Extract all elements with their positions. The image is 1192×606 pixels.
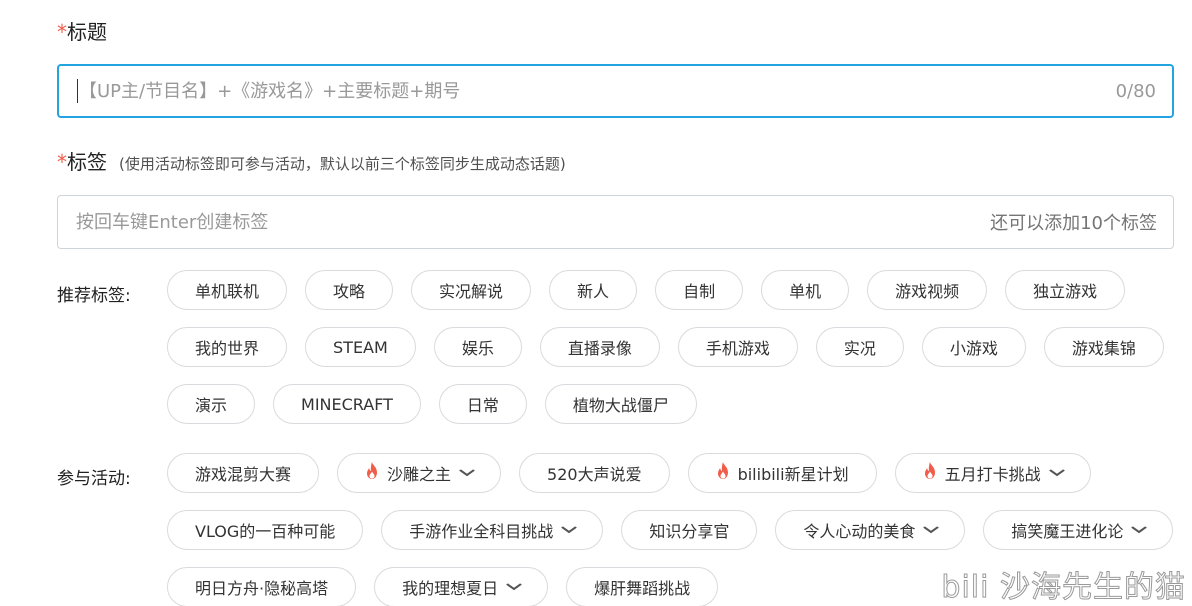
activity-chip[interactable]: 搞笑魔王进化论 (983, 510, 1174, 550)
tag-label: 我的世界 (195, 339, 260, 358)
tags-input-box[interactable]: 还可以添加10个标签 (57, 195, 1174, 249)
recommended-tag-chip[interactable]: 新人 (549, 270, 638, 310)
fire-icon (365, 462, 379, 484)
recommended-tag-chip[interactable]: 攻略 (305, 270, 394, 310)
tags-input[interactable] (76, 211, 991, 233)
required-mark: * (57, 150, 67, 174)
tag-label: 手机游戏 (705, 339, 770, 358)
activity-chip[interactable]: 我的理想夏日 (374, 567, 549, 606)
recommended-tag-chip[interactable]: 植物大战僵尸 (544, 384, 697, 424)
activity-label: 五月打卡挑战 (944, 465, 1041, 484)
chevron-down-icon[interactable] (1131, 523, 1148, 537)
tag-label: 演示 (195, 396, 228, 415)
recommended-tag-chip[interactable]: 实况 (815, 327, 904, 367)
recommended-tag-chip[interactable]: 单机联机 (167, 270, 288, 310)
tag-label: MINECRAFT (301, 394, 393, 414)
title-input-box[interactable]: 0/80 (57, 64, 1174, 118)
activity-label: 手游作业全科目挑战 (409, 522, 554, 541)
recommended-tag-chip[interactable]: MINECRAFT (273, 384, 421, 424)
activity-chip[interactable]: bilibili新星计划 (687, 453, 877, 493)
activity-label: 我的理想夏日 (402, 579, 499, 598)
activity-chip[interactable]: 令人心动的美食 (775, 510, 966, 550)
activity-chip[interactable]: 知识分享官 (621, 510, 758, 550)
recommended-tag-chip[interactable]: 演示 (167, 384, 256, 424)
recommended-tag-chip[interactable]: 日常 (438, 384, 527, 424)
chevron-down-icon[interactable] (459, 466, 476, 480)
recommended-tag-chip[interactable]: 游戏集锦 (1043, 327, 1164, 367)
tag-label: 小游戏 (949, 339, 998, 358)
activity-label: 令人心动的美食 (803, 522, 916, 541)
recommended-tag-chip[interactable]: 娱乐 (433, 327, 522, 367)
tag-label: 游戏视频 (895, 282, 960, 301)
activity-chip[interactable]: 520大声说爱 (519, 453, 670, 493)
tag-label: STEAM (333, 337, 388, 357)
text-caret (77, 79, 78, 103)
activities-label: 参与活动: (57, 469, 131, 489)
tag-label: 植物大战僵尸 (572, 396, 669, 415)
tags-label-text: 标签 (67, 150, 107, 174)
activity-label: 520大声说爱 (547, 465, 642, 484)
chevron-down-icon[interactable] (923, 523, 940, 537)
recommended-tags-label: 推荐标签: (57, 286, 131, 306)
tag-label: 自制 (683, 282, 716, 301)
recommended-tag-chip[interactable]: STEAM (305, 327, 416, 367)
tags-label: * 标签 (使用活动标签即可参与活动，默认以前三个标签同步生成动态话题) (57, 152, 566, 174)
activity-label: 游戏混剪大赛 (195, 465, 292, 484)
tags-remaining-count: 还可以添加10个标签 (990, 213, 1157, 234)
title-char-counter: 0/80 (1115, 80, 1156, 102)
recommended-tag-chip[interactable]: 独立游戏 (1005, 270, 1126, 310)
activity-chip[interactable]: 游戏混剪大赛 (167, 453, 320, 493)
activity-chip[interactable]: 爆肝舞蹈挑战 (566, 567, 719, 606)
activity-chip[interactable]: VLOG的一百种可能 (167, 510, 364, 550)
activity-label: VLOG的一百种可能 (195, 522, 336, 541)
title-label-text: 标题 (67, 20, 107, 44)
tag-label: 新人 (577, 282, 610, 301)
activity-chip[interactable]: 五月打卡挑战 (894, 453, 1091, 493)
tag-label: 单机联机 (195, 282, 260, 301)
recommended-tag-chip[interactable]: 小游戏 (921, 327, 1026, 367)
tag-label: 单机 (789, 282, 822, 301)
title-input[interactable] (79, 80, 1116, 102)
required-mark: * (57, 20, 67, 44)
fire-icon (716, 462, 730, 484)
activity-label: bilibili新星计划 (737, 465, 849, 484)
tag-label: 游戏集锦 (1071, 339, 1136, 358)
activity-chip[interactable]: 手游作业全科目挑战 (381, 510, 604, 550)
tag-label: 独立游戏 (1033, 282, 1098, 301)
activity-label: 爆肝舞蹈挑战 (594, 579, 691, 598)
activity-chip[interactable]: 明日方舟·隐秘高塔 (167, 567, 357, 606)
chevron-down-icon[interactable] (561, 523, 578, 537)
fire-icon (923, 462, 937, 484)
tags-hint: (使用活动标签即可参与活动，默认以前三个标签同步生成动态话题) (119, 155, 566, 173)
title-label: * 标题 (57, 22, 107, 42)
activity-label: 明日方舟·隐秘高塔 (195, 579, 329, 598)
tag-label: 娱乐 (461, 339, 494, 358)
recommended-tag-chip[interactable]: 直播录像 (539, 327, 660, 367)
recommended-tags-list: 单机联机 攻略 实况解说 新人 自制 单机 游戏视频 独立游戏我的世界 STEAM 娱乐 直播录像 手… (167, 270, 1177, 424)
chevron-down-icon[interactable] (1048, 466, 1065, 480)
tag-label: 日常 (466, 396, 499, 415)
tag-label: 实况 (843, 339, 876, 358)
activity-label: 沙雕之主 (387, 465, 452, 484)
recommended-tag-chip[interactable]: 游戏视频 (867, 270, 988, 310)
recommended-tag-chip[interactable]: 自制 (655, 270, 744, 310)
tag-label: 直播录像 (567, 339, 632, 358)
activity-label: 搞笑魔王进化论 (1011, 522, 1124, 541)
activity-chip[interactable]: 沙雕之主 (337, 453, 502, 493)
recommended-tag-chip[interactable]: 实况解说 (411, 270, 532, 310)
recommended-tag-chip[interactable]: 手机游戏 (677, 327, 798, 367)
chevron-down-icon[interactable] (506, 580, 523, 594)
recommended-tag-chip[interactable]: 我的世界 (167, 327, 288, 367)
recommended-tag-chip[interactable]: 单机 (761, 270, 850, 310)
tag-label: 攻略 (333, 282, 366, 301)
activity-label: 知识分享官 (649, 522, 730, 541)
tag-label: 实况解说 (439, 282, 504, 301)
activities-list: 游戏混剪大赛 沙雕之主 520大声说爱 bilibili新星计划 五月打卡挑战 VLOG的… (167, 453, 1177, 606)
